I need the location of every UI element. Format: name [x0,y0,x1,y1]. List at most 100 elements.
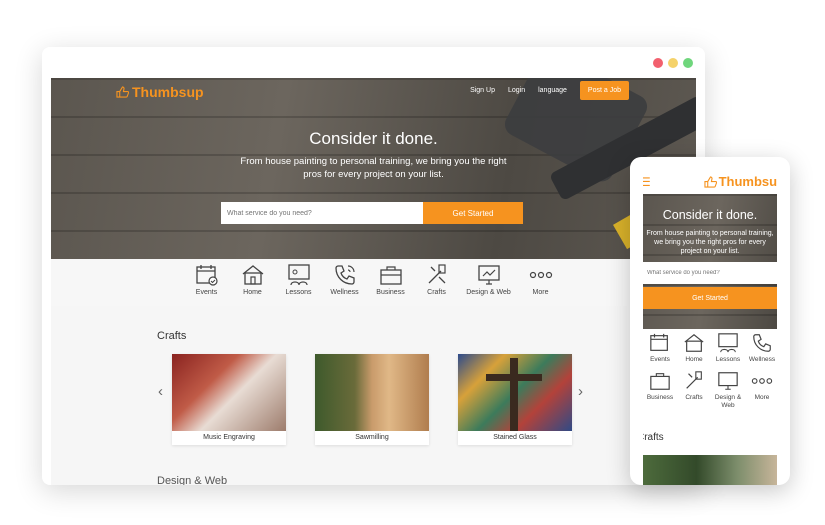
category-label: Lessons [715,356,741,363]
more-icon [529,271,552,279]
mobile-crafts-title: Crafts [643,432,664,443]
category-design-web[interactable]: Design & Web [463,263,515,306]
category-label: Wellness [330,289,359,296]
monitor-icon [477,265,500,285]
hamburger-menu-icon[interactable]: ☰ [643,176,651,188]
category-lessons[interactable]: Lessons [279,263,319,306]
mobile-viewport: ☰ Thumbsup Consider it done. From house … [643,169,777,485]
mobile-category-home[interactable]: Home [677,332,711,364]
phone-icon [334,265,355,285]
stained-glass-image [458,354,572,431]
house-icon [684,333,704,352]
category-label: Lessons [285,289,312,296]
service-search-input[interactable] [221,202,423,224]
cross-shape [510,358,518,431]
phone-icon [753,334,771,352]
thumbs-up-icon [703,175,717,188]
mobile-category-crafts[interactable]: Crafts [677,370,711,410]
category-events[interactable]: Events [187,263,227,306]
mobile-category-business[interactable]: Business [643,370,677,410]
brand-name: Thumbsup [132,84,204,100]
mobile-search-input[interactable] [643,262,777,284]
carousel-prev-icon[interactable]: ‹ [158,383,163,400]
hero-section: Thumbsup Sign Up Login language Post a J… [51,78,696,259]
sawmilling-image [315,354,429,431]
mobile-category-lessons[interactable]: Lessons [711,332,745,364]
category-business[interactable]: Business [371,263,411,306]
category-label: Crafts [427,289,446,296]
category-crafts[interactable]: Crafts [417,263,457,306]
monitor-icon [718,372,738,390]
mobile-category-events[interactable]: Events [643,332,677,364]
category-wellness[interactable]: Wellness [325,263,365,306]
category-label: Design & Web [714,394,742,409]
brand-logo[interactable]: Thumbsup [116,84,204,100]
briefcase-icon [650,373,670,390]
nav-login[interactable]: Login [508,87,525,94]
category-label: Wellness [748,356,776,363]
service-search: Get Started [221,202,523,224]
board-icon [718,333,738,353]
mobile-device: ☰ Thumbsup Consider it done. From house … [630,157,790,485]
category-more[interactable]: More [521,263,561,306]
card-label: Stained Glass [493,434,537,441]
top-nav: Sign Up Login language Post a Job [470,81,629,100]
next-section-title: Design & Web [157,475,228,485]
hero-subtitle: From house painting to personal training… [240,156,507,180]
nav-sign-up[interactable]: Sign Up [470,87,495,94]
category-label: Business [376,289,405,296]
post-job-button[interactable]: Post a Job [579,81,629,100]
get-started-button[interactable]: Get Started [423,202,523,224]
calendar-icon [650,333,668,351]
browser-chrome [42,47,705,78]
house-icon [242,265,263,285]
mobile-get-started-button[interactable]: Get Started [643,287,777,309]
category-label: Events [650,356,670,363]
crafts-icon [686,371,702,389]
mobile-craft-image[interactable] [643,455,777,485]
category-label: More [754,394,770,401]
craft-card-music-engraving[interactable]: Music Engraving [172,354,286,445]
cross-shape [486,374,542,381]
maximize-dot-icon[interactable] [683,58,693,68]
mobile-category-design-web[interactable]: Design & Web [711,370,745,410]
mobile-brand-name: Thumbsup [718,174,777,189]
showcase: Thumbsup Sign Up Login language Post a J… [0,0,825,525]
mobile-header: ☰ Thumbsup [643,169,777,194]
desktop-viewport: Thumbsup Sign Up Login language Post a J… [51,78,696,485]
category-label: More [532,289,549,296]
mobile-category-wellness[interactable]: Wellness [745,332,777,364]
calendar-icon [195,265,218,286]
mobile-hero: Consider it done. From house painting to… [643,194,777,329]
craft-card-stained-glass[interactable]: Stained Glass [458,354,572,445]
category-home[interactable]: Home [233,263,273,306]
desktop-browser-window: Thumbsup Sign Up Login language Post a J… [42,47,705,485]
mobile-brand-logo[interactable]: Thumbsup [703,174,777,189]
hero-title: Consider it done. [309,129,438,148]
card-label: Sawmilling [355,434,389,441]
category-bar: Events Home Lessons Wellness Business Cr… [51,259,696,306]
carousel-next-icon[interactable]: › [578,383,583,400]
category-label: Home [243,289,262,296]
window-controls [653,58,693,68]
more-icon [751,378,773,384]
minimize-dot-icon[interactable] [668,58,678,68]
mobile-hero-title: Consider it done. [662,208,758,222]
thumbs-up-icon [116,86,129,98]
nav-language[interactable]: language [538,87,567,94]
mobile-hero-subtitle: From house painting to personal training… [646,230,774,255]
crafts-icon [428,264,446,284]
category-label: Events [195,289,218,296]
briefcase-icon [379,266,402,285]
craft-card-sawmilling[interactable]: Sawmilling [315,354,429,445]
card-label: Music Engraving [203,434,255,441]
category-label: Business [646,394,674,401]
mobile-category-grid: Events Home Lessons Wellness Business Cr… [643,332,777,410]
mobile-category-more[interactable]: More [745,370,777,410]
crafts-section-title: Crafts [157,330,187,342]
category-label: Design & Web [466,289,511,296]
music-engraving-image [172,354,286,431]
close-dot-icon[interactable] [653,58,663,68]
category-label: Home [685,356,703,363]
category-label: Crafts [685,394,703,401]
